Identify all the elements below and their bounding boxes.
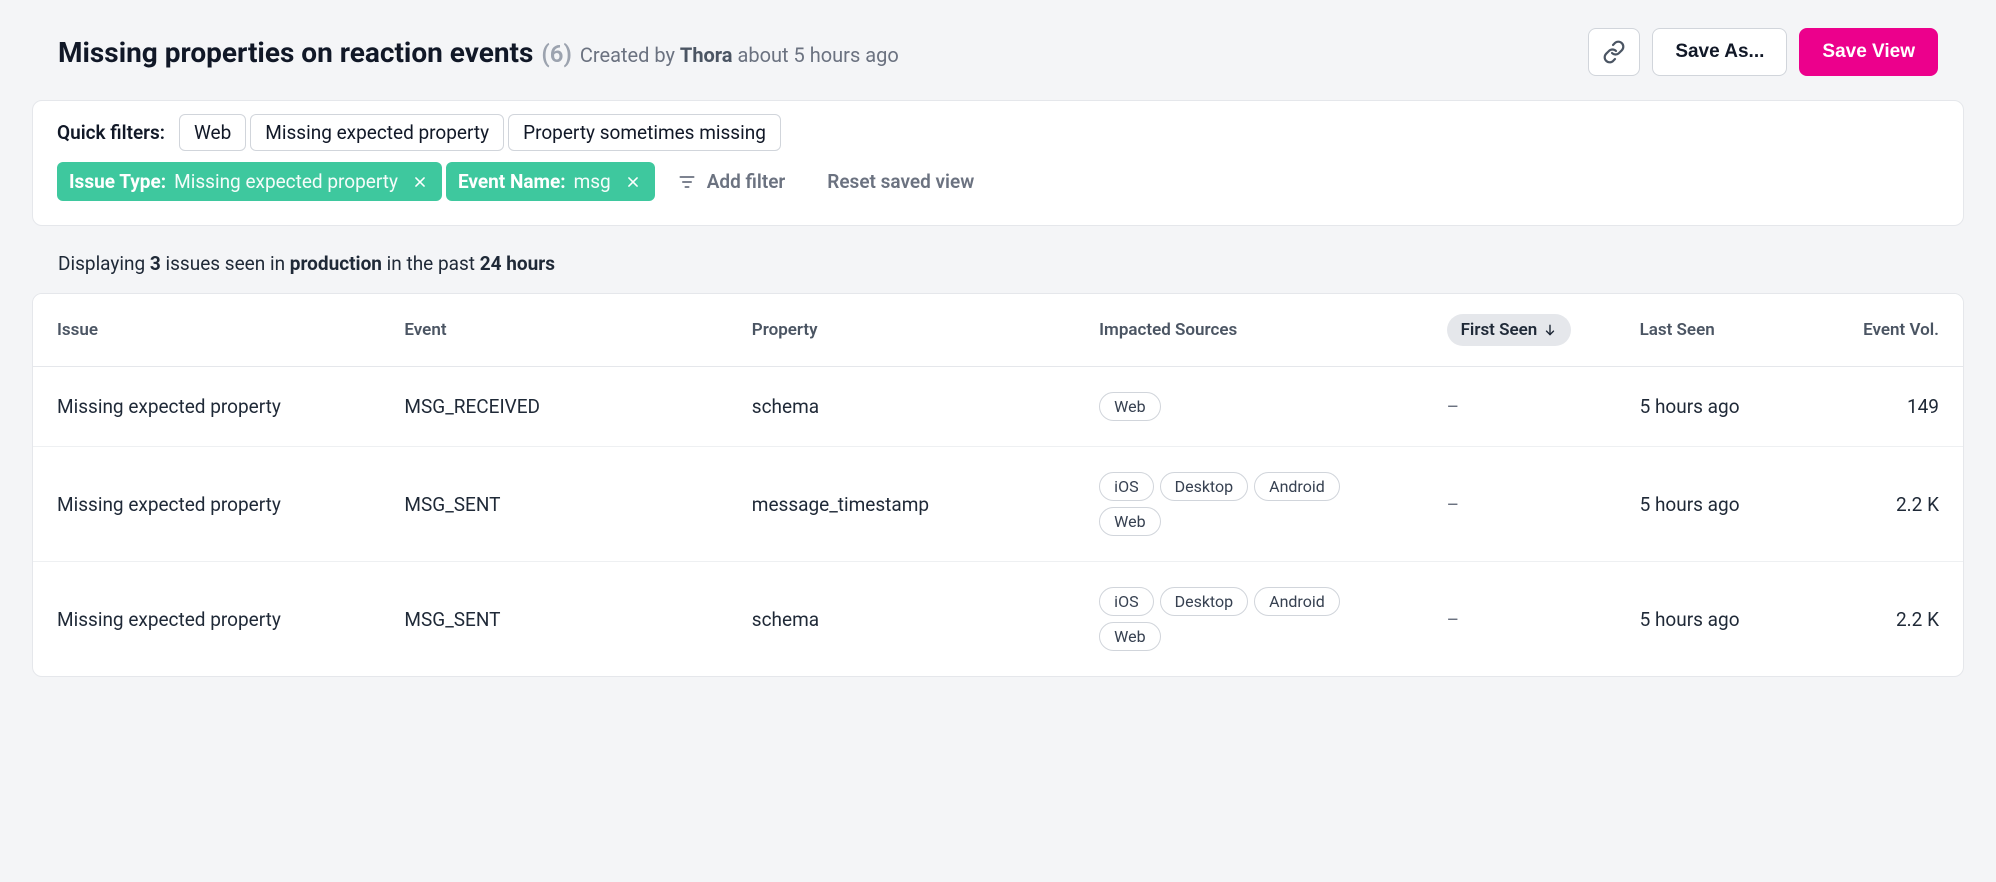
filters-card: Quick filters: Web Missing expected prop… (32, 100, 1964, 226)
add-filter-label: Add filter (707, 170, 786, 193)
source-chip: iOS (1099, 587, 1153, 616)
cell-event-vol: 149 (1809, 367, 1963, 447)
copy-link-button[interactable] (1588, 28, 1640, 76)
created-suffix: about 5 hours ago (737, 43, 898, 67)
close-icon (626, 175, 640, 189)
col-header-issue[interactable]: Issue (33, 294, 380, 367)
issue-count: (6) (541, 40, 571, 68)
link-icon (1602, 40, 1626, 64)
active-filter-value: msg (574, 170, 611, 193)
quick-filters-label: Quick filters: (57, 121, 165, 144)
cell-first-seen: – (1423, 562, 1616, 677)
table-row[interactable]: Missing expected propertyMSG_SENTmessage… (33, 447, 1963, 562)
cell-event: MSG_SENT (380, 447, 727, 562)
col-header-property[interactable]: Property (728, 294, 1075, 367)
cell-property: schema (728, 562, 1075, 677)
created-meta: Created by Thora about 5 hours ago (580, 43, 899, 67)
cell-last-seen: 5 hours ago (1616, 367, 1809, 447)
remove-filter-button[interactable] (410, 172, 430, 192)
first-seen-sort-button[interactable]: First Seen (1447, 314, 1572, 346)
cell-first-seen: – (1423, 447, 1616, 562)
source-chip: iOS (1099, 472, 1153, 501)
cell-issue: Missing expected property (33, 562, 380, 677)
quick-filter-chip[interactable]: Missing expected property (250, 114, 504, 151)
summary-mid1: issues seen in (161, 252, 290, 275)
summary-prefix: Displaying (58, 252, 150, 275)
cell-first-seen: – (1423, 367, 1616, 447)
cell-issue: Missing expected property (33, 447, 380, 562)
issues-table-card: Issue Event Property Impacted Sources Fi… (32, 293, 1964, 677)
cell-event: MSG_SENT (380, 562, 727, 677)
col-header-first-seen[interactable]: First Seen (1423, 294, 1616, 367)
col-header-event-vol[interactable]: Event Vol. (1809, 294, 1963, 367)
filter-icon (677, 172, 697, 192)
cell-property: schema (728, 367, 1075, 447)
source-chip: Web (1099, 392, 1160, 421)
col-header-sources[interactable]: Impacted Sources (1075, 294, 1422, 367)
cell-event: MSG_RECEIVED (380, 367, 727, 447)
col-header-event[interactable]: Event (380, 294, 727, 367)
cell-issue: Missing expected property (33, 367, 380, 447)
issues-table: Issue Event Property Impacted Sources Fi… (33, 294, 1963, 676)
title-block: Missing properties on reaction events (6… (58, 36, 899, 69)
cell-sources: iOSDesktopAndroid Web (1075, 562, 1422, 677)
active-filter-value: Missing expected property (174, 170, 398, 193)
summary-mid2: in the past (382, 252, 480, 275)
col-header-last-seen[interactable]: Last Seen (1616, 294, 1809, 367)
active-filter-key: Issue Type: (69, 170, 166, 193)
cell-sources: Web (1075, 367, 1422, 447)
cell-property: message_timestamp (728, 447, 1075, 562)
source-chip: Android (1254, 587, 1340, 616)
source-chip: Desktop (1160, 472, 1249, 501)
cell-event-vol: 2.2 K (1809, 447, 1963, 562)
cell-event-vol: 2.2 K (1809, 562, 1963, 677)
close-icon (413, 175, 427, 189)
table-row[interactable]: Missing expected propertyMSG_SENTschemai… (33, 562, 1963, 677)
source-chip: Web (1099, 622, 1160, 651)
add-filter-button[interactable]: Add filter (669, 164, 794, 199)
table-row[interactable]: Missing expected propertyMSG_RECEIVEDsch… (33, 367, 1963, 447)
cell-last-seen: 5 hours ago (1616, 447, 1809, 562)
first-seen-label: First Seen (1461, 320, 1538, 340)
save-view-button[interactable]: Save View (1799, 28, 1938, 76)
active-filter-chip: Event Name: msg (446, 162, 655, 201)
quick-filter-chip[interactable]: Property sometimes missing (508, 114, 781, 151)
page-title: Missing properties on reaction events (58, 36, 533, 69)
arrow-down-icon (1543, 323, 1557, 337)
reset-view-button[interactable]: Reset saved view (827, 170, 974, 193)
quick-filters-row: Quick filters: Web Missing expected prop… (57, 121, 1939, 144)
cell-sources: iOSDesktopAndroid Web (1075, 447, 1422, 562)
save-as-button[interactable]: Save As... (1652, 28, 1787, 76)
summary-count: 3 (150, 252, 161, 275)
cell-last-seen: 5 hours ago (1616, 562, 1809, 677)
active-filters-row: Issue Type: Missing expected property Ev… (57, 162, 1939, 201)
source-chip: Web (1099, 507, 1160, 536)
header-actions: Save As... Save View (1588, 28, 1938, 76)
summary-env: production (290, 252, 382, 275)
remove-filter-button[interactable] (623, 172, 643, 192)
active-filter-key: Event Name: (458, 170, 566, 193)
source-chip: Android (1254, 472, 1340, 501)
page-header: Missing properties on reaction events (6… (32, 28, 1964, 76)
created-prefix: Created by (580, 43, 675, 67)
summary-window: 24 hours (480, 252, 555, 275)
source-chip: Desktop (1160, 587, 1249, 616)
results-summary: Displaying 3 issues seen in production i… (32, 252, 1964, 275)
quick-filter-chip[interactable]: Web (179, 114, 246, 151)
author-name: Thora (680, 43, 733, 67)
active-filter-chip: Issue Type: Missing expected property (57, 162, 442, 201)
